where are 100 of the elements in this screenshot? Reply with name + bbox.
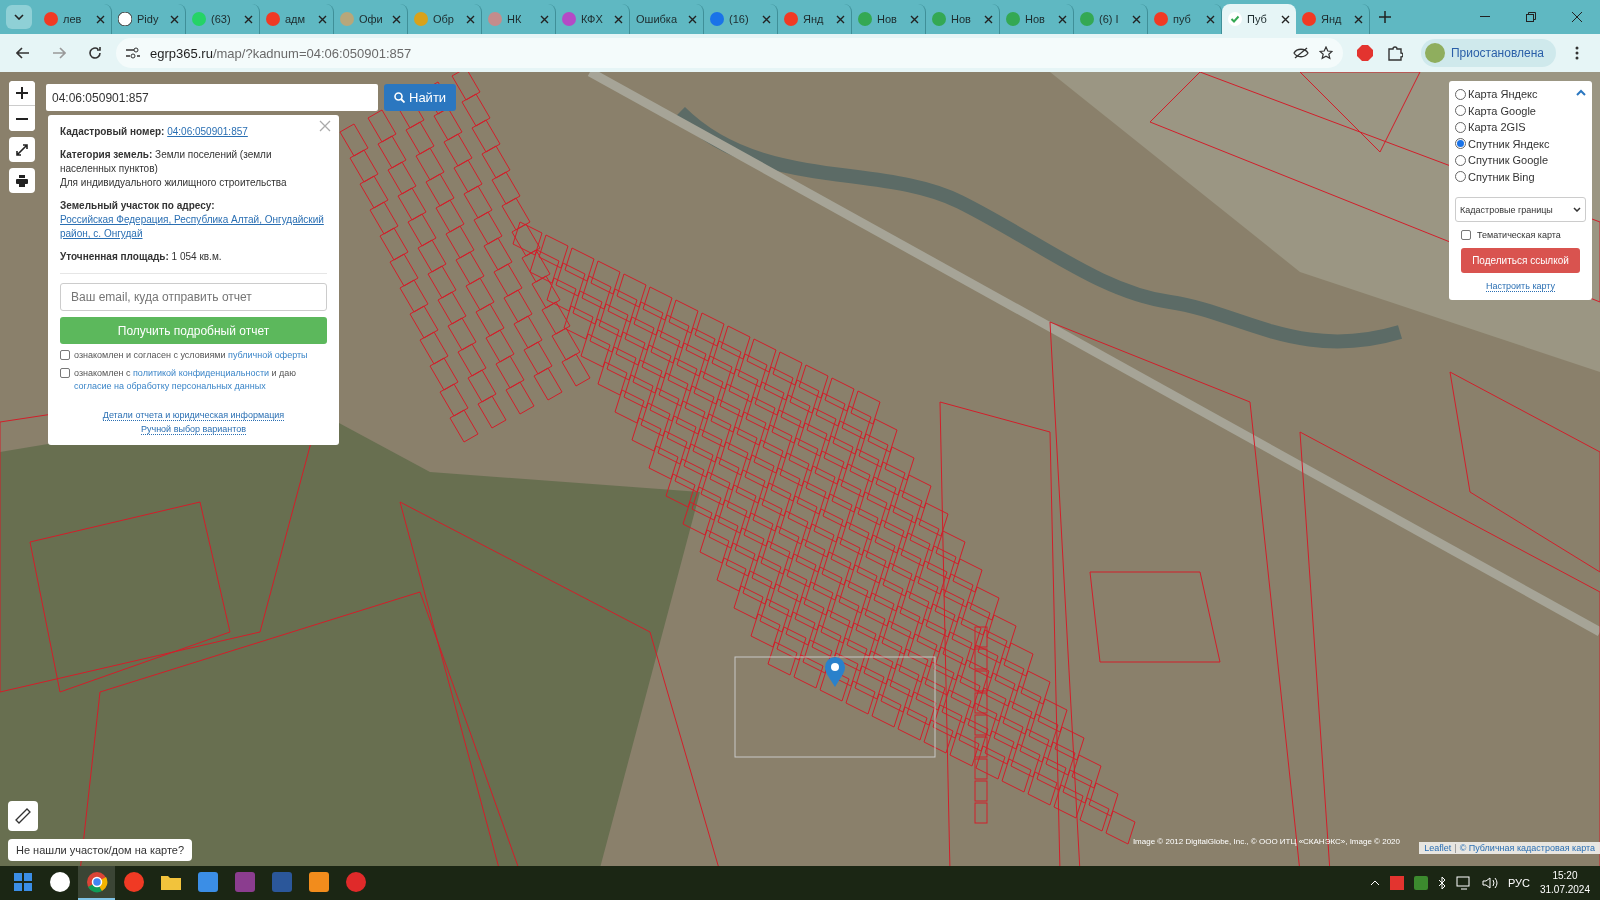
close-icon[interactable]	[392, 14, 401, 24]
close-icon[interactable]	[540, 14, 549, 24]
minimize-icon	[1480, 16, 1490, 18]
land-category-text: Категория земель: Земли поселений (земли населенных пунктов)	[60, 148, 273, 176]
network-icon[interactable]	[1455, 876, 1472, 890]
plus-icon	[1379, 11, 1391, 23]
configure-map-link[interactable]: Настроить карту	[1485, 281, 1556, 292]
app-icon	[270, 871, 293, 893]
site-icon	[1006, 12, 1020, 26]
cadastral-number-link[interactable]: 04:06:050901:857	[167, 126, 248, 137]
email-field[interactable]: Ваш email, куда отправить отчет	[60, 283, 327, 311]
layer-option[interactable]: Карта Яндекс	[1455, 86, 1586, 103]
close-icon[interactable]	[244, 14, 253, 24]
arrow-right-icon	[52, 47, 66, 59]
site-icon	[1228, 12, 1242, 26]
profile-button[interactable]: Приостановлена	[1420, 39, 1556, 67]
close-icon[interactable]	[614, 14, 623, 24]
measure-button[interactable]	[8, 801, 38, 831]
eye-off-icon[interactable]	[1292, 47, 1309, 59]
close-icon[interactable]	[1354, 14, 1363, 24]
find-button[interactable]: Найти	[384, 84, 457, 111]
checkbox[interactable]	[60, 350, 70, 360]
app-icon	[85, 871, 108, 893]
print-button[interactable]	[9, 168, 35, 193]
thematic-map-option[interactable]: Тематическая карта	[1461, 229, 1586, 240]
close-icon[interactable]	[688, 14, 697, 24]
app-icon	[48, 871, 71, 893]
overlay-select[interactable]: Кадастровые границы	[1455, 197, 1586, 222]
speaker-icon[interactable]	[1481, 876, 1498, 890]
checkbox[interactable]	[60, 368, 70, 378]
agreement-link[interactable]: публичной оферты	[228, 350, 308, 360]
taskbar-app[interactable]	[78, 866, 115, 900]
checkbox[interactable]	[1461, 230, 1471, 240]
close-icon[interactable]	[910, 14, 919, 24]
satellite-map-drawing[interactable]	[0, 72, 1600, 866]
ruler-icon	[15, 808, 31, 824]
area-text: Уточненная площадь: 1 054 кв.м.	[60, 250, 223, 264]
site-icon	[1154, 12, 1168, 26]
restore-icon	[1526, 12, 1536, 22]
site-icon	[1080, 12, 1094, 26]
share-link-button[interactable]: Поделиться ссылкой	[1461, 248, 1580, 273]
arrow-left-icon	[16, 47, 30, 59]
source-link[interactable]: © Публичная кадастровая карта	[1459, 843, 1595, 853]
star-icon[interactable]	[1318, 46, 1333, 60]
info-link[interactable]: Ручной выбор вариантов	[140, 424, 247, 435]
close-icon[interactable]	[466, 14, 475, 24]
windows-logo-icon	[12, 872, 33, 892]
close-icon	[1572, 12, 1582, 22]
close-icon[interactable]	[318, 14, 327, 24]
close-icon[interactable]	[96, 14, 105, 24]
close-icon[interactable]	[762, 14, 771, 24]
imagery-credit: Image © 2012 DigitalGlobe, Inc., © ООО ИТЦ «СКАНЭКС», Image © 2020	[1132, 837, 1400, 846]
clock[interactable]: 15:20 31.07.2024	[1539, 869, 1596, 897]
help-tooltip[interactable]: Не нашли участок/дом на карте?	[8, 839, 193, 861]
bluetooth-icon[interactable]	[1437, 876, 1446, 890]
app-icon	[344, 871, 367, 893]
agreement-link[interactable]: согласие на обработку персональных данных	[74, 381, 266, 391]
layer-option[interactable]: Спутник Google	[1455, 152, 1586, 169]
tray-app-icon[interactable]	[1389, 876, 1404, 890]
agreement-link[interactable]: политикой конфиденциальности	[132, 368, 270, 378]
plus-icon	[16, 87, 28, 99]
site-icon	[44, 12, 58, 26]
adblock-icon[interactable]	[1356, 45, 1373, 61]
layer-option[interactable]: Карта 2GIS	[1455, 119, 1586, 136]
expand-icon	[16, 143, 28, 156]
site-icon	[414, 12, 428, 26]
map-pin-icon[interactable]	[825, 657, 845, 687]
app-icon	[122, 871, 145, 893]
url-host: egrp365.ru	[150, 45, 213, 61]
layer-option[interactable]: Карта Google	[1455, 102, 1586, 119]
chevron-down-icon	[14, 14, 24, 20]
close-icon[interactable]	[984, 14, 993, 24]
fullscreen-button[interactable]	[9, 137, 35, 162]
close-icon[interactable]	[836, 14, 845, 24]
close-icon[interactable]	[1281, 14, 1290, 24]
layer-option[interactable]: Спутник Яндекс	[1455, 135, 1586, 152]
site-icon	[340, 12, 354, 26]
zoom-in-button[interactable]	[9, 81, 35, 106]
close-icon[interactable]	[1058, 14, 1067, 24]
browser-tab[interactable]: Пуб	[1222, 4, 1296, 34]
search-field[interactable]: 04:06:050901:857	[46, 84, 378, 111]
puzzle-icon[interactable]	[1386, 45, 1403, 61]
cadastral-number-text: Кадастровый номер: 04:06:050901:857	[60, 125, 249, 139]
site-icon	[266, 12, 280, 26]
close-icon[interactable]	[170, 14, 179, 24]
address-bar[interactable]: egrp365.ru/map/?kadnum=04:06:050901:857	[116, 38, 1343, 68]
layer-option[interactable]: Спутник Bing	[1455, 168, 1586, 185]
shield-icon[interactable]	[1413, 876, 1428, 890]
close-icon	[319, 120, 331, 132]
tab-search-button[interactable]	[6, 5, 32, 29]
address-link[interactable]: Российская Федерация, Республика Алтай, Онгудайский район, с. Онгудай	[60, 213, 327, 241]
more-vertical-icon	[1575, 46, 1579, 60]
info-link[interactable]: Детали отчета и юридическая информация	[102, 410, 285, 421]
site-settings-icon[interactable]	[126, 47, 140, 59]
site-icon	[488, 12, 502, 26]
leaflet-link[interactable]: Leaflet	[1424, 843, 1452, 853]
input-language[interactable]: РУС	[1507, 877, 1530, 889]
folder-icon	[159, 873, 182, 891]
close-icon[interactable]	[1132, 14, 1141, 24]
close-icon[interactable]	[1206, 14, 1215, 24]
